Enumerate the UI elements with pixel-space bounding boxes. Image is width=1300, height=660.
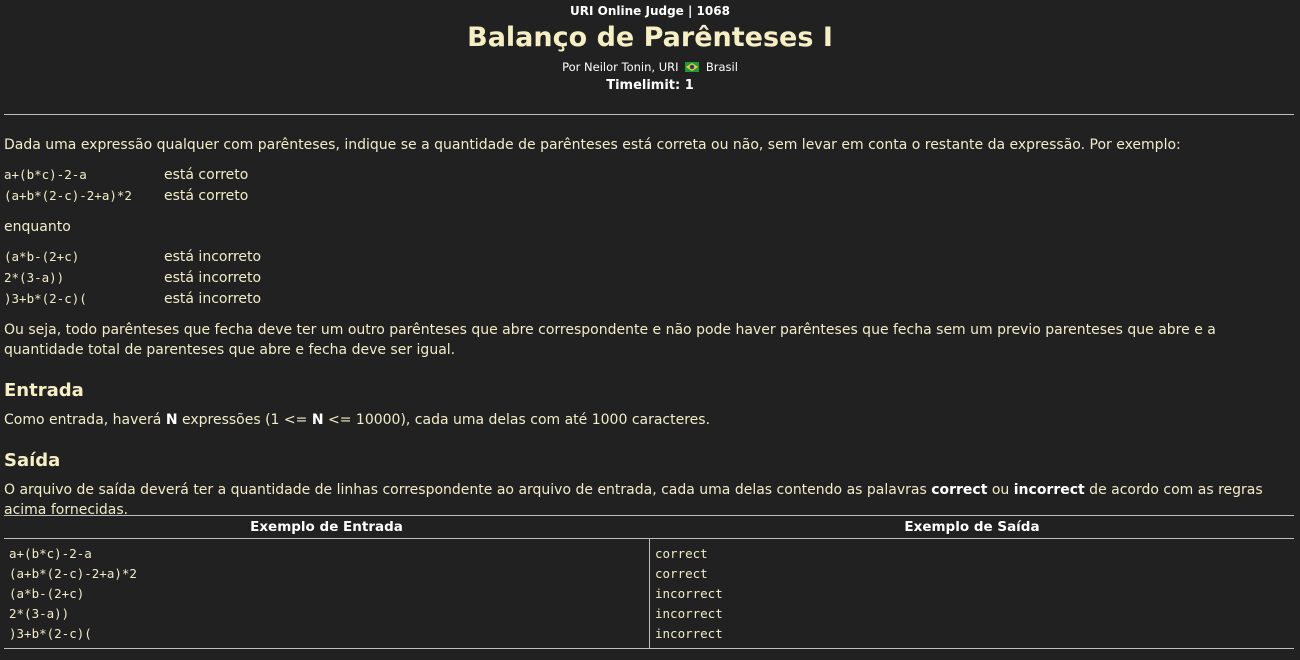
judge-label: URI Online Judge | 1068 xyxy=(570,4,730,18)
sample-input-line: (a*b-(2+c) xyxy=(9,586,85,601)
problem-title: Balanço de Parênteses I xyxy=(467,22,833,53)
sample-input-line: 2*(3-a)) xyxy=(9,606,70,621)
author-line: Por Neilor Tonin, URI Brasil xyxy=(0,60,1300,75)
example-expression: )3+b*(2-c)( xyxy=(4,291,87,306)
sample-output-cell[interactable]: correct correct incorrect incorrect inco… xyxy=(655,544,723,644)
explanation-paragraph: Ou seja, todo parênteses que fecha deve … xyxy=(4,322,1216,358)
sample-output-header: Exemplo de Saída xyxy=(904,519,1040,535)
output-paragraph: O arquivo de saída deverá ter a quantida… xyxy=(4,482,1263,518)
brazil-flag-icon xyxy=(685,61,700,75)
problem-page: URI Online Judge | 1068 Balanço de Parên… xyxy=(0,0,1300,660)
input-heading: Entrada xyxy=(4,380,84,401)
sample-output-line: correct xyxy=(655,566,708,581)
sample-output-line: incorrect xyxy=(655,586,723,601)
sample-input-header: Exemplo de Entrada xyxy=(250,519,403,535)
example-result: está incorreto xyxy=(164,291,262,307)
example-expression: (a*b-(2+c) xyxy=(4,249,80,264)
example-result: está incorreto xyxy=(164,270,262,286)
example-result: está incorreto xyxy=(164,249,262,265)
input-paragraph: Como entrada, haverá N expressões (1 <= … xyxy=(4,412,711,428)
example-expression: (a+b*(2-c)-2+a)*2 xyxy=(4,188,132,203)
example-expression: a+(b*c)-2-a xyxy=(4,167,87,182)
output-heading: Saída xyxy=(4,450,61,471)
intro-paragraph: Dada uma expressão qualquer com parêntes… xyxy=(4,137,1181,153)
sample-output-line: correct xyxy=(655,546,708,561)
word-incorrect: incorrect xyxy=(1013,482,1085,498)
timelimit: Timelimit: 1 xyxy=(606,78,694,93)
table-column-divider xyxy=(649,539,650,649)
sample-input-cell[interactable]: a+(b*c)-2-a (a+b*(2-c)-2+a)*2 (a*b-(2+c)… xyxy=(9,544,137,644)
header-divider xyxy=(4,114,1294,115)
variable-n: N xyxy=(165,412,178,428)
table-bottom-border xyxy=(4,648,1294,649)
word-correct: correct xyxy=(931,482,988,498)
example-result: está correto xyxy=(164,188,249,204)
variable-n: N xyxy=(311,412,324,428)
while-text: enquanto xyxy=(4,219,71,235)
sample-input-line: )3+b*(2-c)( xyxy=(9,626,92,641)
author-country: Brasil xyxy=(705,60,738,74)
example-expression: 2*(3-a)) xyxy=(4,270,65,285)
sample-input-line: a+(b*c)-2-a xyxy=(9,546,92,561)
table-top-border xyxy=(4,515,1294,516)
author-name: Por Neilor Tonin, URI xyxy=(562,60,679,74)
sample-input-line: (a+b*(2-c)-2+a)*2 xyxy=(9,566,137,581)
sample-output-line: incorrect xyxy=(655,626,723,641)
sample-table: Exemplo de Entrada Exemplo de Saída a+(b… xyxy=(4,515,1294,660)
example-result: está correto xyxy=(164,167,249,183)
sample-output-line: incorrect xyxy=(655,606,723,621)
